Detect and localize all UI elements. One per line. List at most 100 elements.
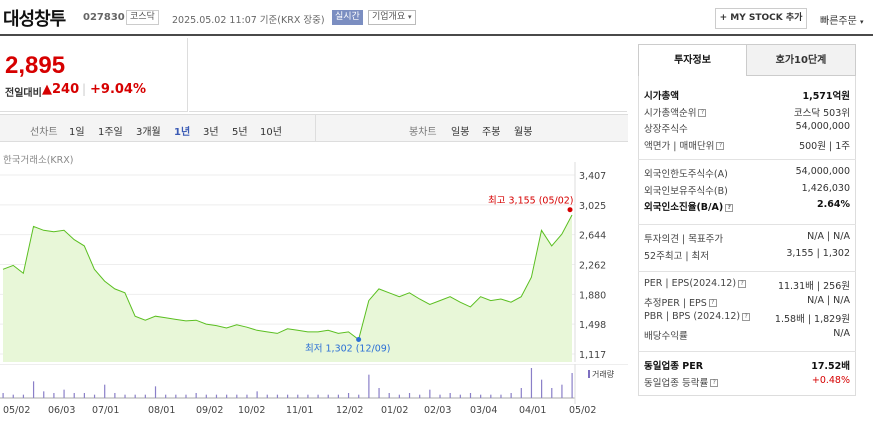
section-divider <box>638 351 856 352</box>
volume-bar <box>317 394 319 398</box>
x-tick-label: 04/01 <box>519 405 547 416</box>
volume-bar <box>287 394 289 398</box>
candle-daily[interactable]: 일봉 <box>451 123 469 138</box>
help-icon[interactable]: ? <box>742 312 751 321</box>
volume-chart: 거래량 <box>0 364 628 404</box>
period-5y[interactable]: 5년 <box>232 123 248 138</box>
info-row: 외국인보유주식수(B) 1,426,030 <box>644 183 850 198</box>
info-value: N/A | N/A <box>807 231 850 242</box>
period-3y[interactable]: 3년 <box>203 123 219 138</box>
x-tick-label: 05/02 <box>569 405 597 416</box>
volume-bar <box>165 394 167 398</box>
info-value: 2.64% <box>817 199 850 210</box>
quick-order-button[interactable]: 빠른주문 ▾ <box>820 12 864 27</box>
realtime-badge[interactable]: 실시간 <box>332 10 363 25</box>
x-tick-label: 03/04 <box>470 405 498 416</box>
change-value: ▲240 <box>42 82 79 97</box>
high-point <box>567 207 573 213</box>
candle-weekly[interactable]: 주봉 <box>482 123 500 138</box>
volume-bar <box>530 368 533 398</box>
info-value: 54,000,000 <box>795 121 850 132</box>
change-label: 전일대비 <box>5 88 42 99</box>
info-row: 외국인한도주식수(A) 54,000,000 <box>644 166 850 181</box>
section-divider <box>638 224 856 225</box>
volume-bar <box>32 381 35 398</box>
info-value: 1,571억원 <box>802 91 850 102</box>
volume-bar <box>469 393 472 398</box>
price-chart: 3,407 3,025 2,644 2,262 1,880 1,498 1,117 최고 3… <box>0 162 606 362</box>
info-value: 17.52배 <box>811 361 850 372</box>
info-label: 동일업종 PER <box>644 361 704 372</box>
volume-bars <box>2 368 573 398</box>
period-10y[interactable]: 10년 <box>260 123 282 138</box>
help-icon[interactable]: ? <box>725 203 734 212</box>
period-3m[interactable]: 3개월 <box>136 123 161 138</box>
volume-bar <box>307 394 309 398</box>
add-mystock-button[interactable]: + MY STOCK 추가 <box>715 8 807 29</box>
volume-bar <box>337 394 340 398</box>
volume-bar <box>398 394 400 398</box>
volume-bar <box>419 394 421 398</box>
price-area <box>3 215 572 362</box>
info-value: 1.58배 | 1,829원 <box>774 314 850 325</box>
help-icon[interactable]: ? <box>698 109 707 117</box>
info-row: 투자의견 | 목표주가 N/A | N/A <box>644 231 850 246</box>
volume-bar <box>144 394 146 398</box>
volume-bar <box>73 393 75 398</box>
y-tick-label: 1,498 <box>579 320 606 331</box>
line-chart-label: 선차트 <box>30 127 58 138</box>
info-row: 시가총액 1,571억원 <box>644 88 850 103</box>
info-row: PBR | BPS (2024.12)? 1.58배 | 1,829원 <box>644 311 850 326</box>
current-price: 2,895 <box>5 52 66 79</box>
info-label: 외국인소진율(B/A)? <box>644 199 734 213</box>
period-divider <box>315 114 316 142</box>
volume-bar <box>246 394 248 398</box>
tab-orderbook-10[interactable]: 호가10단계 <box>746 44 856 76</box>
volume-bar <box>215 394 218 398</box>
section-divider <box>638 159 856 160</box>
volume-bar <box>134 394 136 398</box>
volume-bar <box>449 393 451 398</box>
x-tick-label: 01/02 <box>381 405 409 416</box>
period-1d[interactable]: 1일 <box>69 123 85 138</box>
x-tick-label: 08/01 <box>148 405 176 416</box>
tab-investment-info[interactable]: 투자정보 <box>638 44 747 76</box>
panel-tab-bar: 투자정보 호가10단계 <box>638 44 856 76</box>
period-1y[interactable]: 1년 <box>174 123 190 138</box>
info-label: 시가총액 <box>644 91 679 102</box>
info-label: PER | EPS(2024.12)? <box>644 278 747 289</box>
help-icon[interactable]: ? <box>738 279 747 288</box>
info-value: 11.31배 | 256원 <box>777 281 850 292</box>
company-overview-button[interactable]: 기업개요 ▾ <box>368 10 416 25</box>
y-tick-label: 3,407 <box>579 171 606 182</box>
volume-bar <box>276 394 279 398</box>
period-1w[interactable]: 1주일 <box>98 123 123 138</box>
info-label: 52주최고 | 최저 <box>644 250 710 262</box>
change-separator: | <box>82 82 87 96</box>
volume-bar <box>551 388 553 398</box>
volume-bar <box>439 394 441 398</box>
info-value: 코스닥 503위 <box>793 107 850 119</box>
info-row: 외국인소진율(B/A)? 2.64% <box>644 199 850 214</box>
volume-bar <box>124 394 126 398</box>
company-overview-label: 기업개요 <box>372 12 406 22</box>
volume-bar <box>93 394 96 398</box>
help-icon[interactable]: ? <box>716 142 725 150</box>
candle-chart-label: 봉차트 <box>409 127 437 138</box>
volume-bar <box>500 394 502 398</box>
chevron-down-icon: ▾ <box>408 13 412 21</box>
volume-bar <box>256 391 258 398</box>
volume-bar <box>205 394 207 398</box>
volume-bar <box>43 391 45 398</box>
help-icon[interactable]: ? <box>710 379 719 387</box>
quote-timestamp: 2025.05.02 11:07 기준(KRX 장중) <box>172 15 325 26</box>
help-icon[interactable]: ? <box>708 299 717 307</box>
volume-bar <box>236 394 238 398</box>
info-label: 외국인보유주식수(B) <box>644 185 728 197</box>
volume-bar <box>541 379 543 398</box>
x-tick-label: 12/02 <box>336 405 364 416</box>
volume-bar <box>154 386 157 398</box>
volume-bar <box>561 384 563 398</box>
info-value: 3,155 | 1,302 <box>786 247 850 259</box>
candle-monthly[interactable]: 월봉 <box>514 123 532 138</box>
